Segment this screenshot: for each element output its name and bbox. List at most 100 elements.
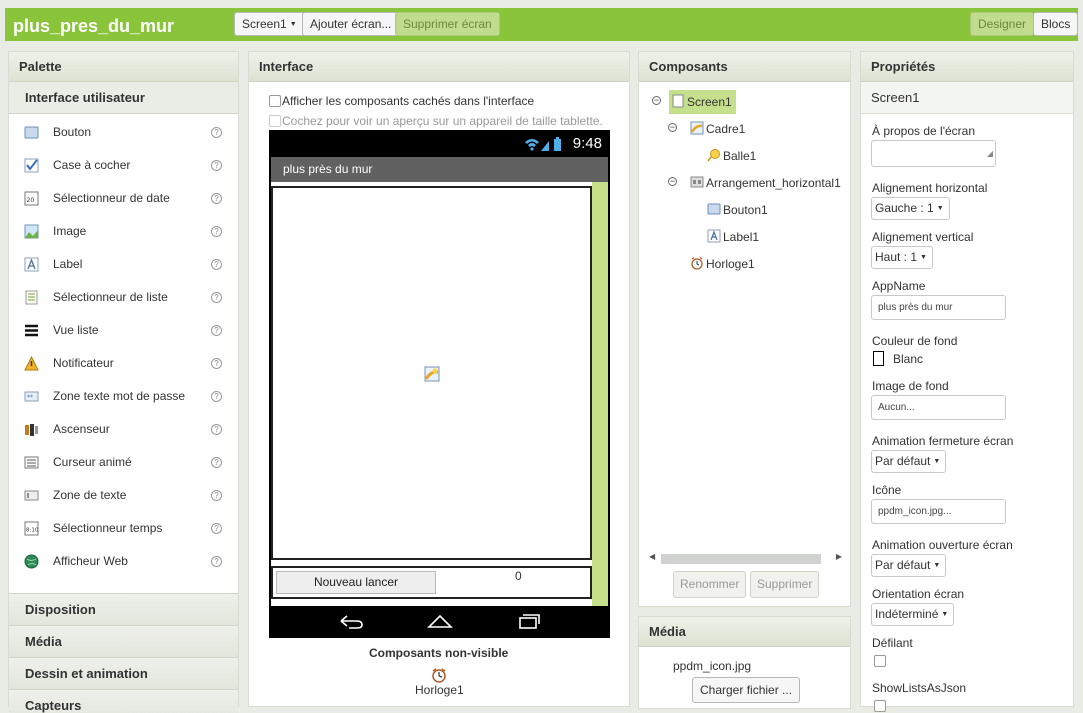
nonvisible-clock[interactable]: Horloge1 <box>415 667 464 697</box>
designer-button[interactable]: Designer <box>970 12 1035 36</box>
blocks-button[interactable]: Blocs <box>1033 12 1079 36</box>
category-user-interface[interactable]: Interface utilisateur <box>9 82 238 114</box>
tree-node-label1[interactable]: Label1 <box>707 228 759 246</box>
bgcolor-label: Couleur de fond <box>872 334 958 348</box>
appname-input[interactable]: plus près du mur <box>871 295 1006 320</box>
horizontal-arrangement[interactable]: Nouveau lancer 0 <box>271 566 592 599</box>
show-hidden-option[interactable]: Afficher les composants cachés dans l'in… <box>269 94 534 108</box>
rename-button[interactable]: Renommer <box>673 571 747 598</box>
help-icon[interactable]: ? <box>211 556 222 567</box>
collapse-screen1-icon[interactable]: − <box>652 96 661 105</box>
help-icon[interactable]: ? <box>211 424 222 435</box>
palette-item[interactable]: Case à cocher? <box>9 149 238 182</box>
scroll-left-icon[interactable]: ◀ <box>649 552 655 561</box>
palette-item[interactable]: 20 Sélectionneur de date? <box>9 182 238 215</box>
help-icon[interactable]: ? <box>211 193 222 204</box>
tree-node-balle1[interactable]: Balle1 <box>707 147 756 165</box>
app-title-bar: plus près du mur <box>271 157 608 182</box>
category-layout[interactable]: Disposition <box>9 594 238 626</box>
valign-select[interactable]: Haut : 1 ▼ <box>871 246 933 269</box>
clock-icon <box>691 256 703 270</box>
help-icon[interactable]: ? <box>211 127 222 138</box>
project-title: plus_pres_du_mur <box>13 16 175 36</box>
help-icon[interactable]: ? <box>211 226 222 237</box>
help-icon[interactable]: ? <box>211 391 222 402</box>
tree-node-horloge1[interactable]: Horloge1 <box>690 255 755 273</box>
palette-item[interactable]: ** Zone texte mot de passe? <box>9 380 238 413</box>
help-icon[interactable]: ? <box>211 325 222 336</box>
palette-item[interactable]: Notificateur? <box>9 347 238 380</box>
nonvisible-title: Composants non-visible <box>369 646 509 660</box>
palette-item[interactable]: Bouton? <box>9 116 238 149</box>
ball-icon <box>707 149 720 162</box>
delete-button[interactable]: Supprimer <box>750 571 820 598</box>
palette-item[interactable]: Ascenseur? <box>9 413 238 446</box>
help-icon[interactable]: ? <box>211 160 222 171</box>
canvas-cadre1[interactable] <box>271 186 592 560</box>
selected-component-name: Screen1 <box>861 82 1073 114</box>
screen-select[interactable]: Screen1 ▼ <box>234 12 305 36</box>
palette-item[interactable]: Afficheur Web? <box>9 545 238 578</box>
recents-icon[interactable] <box>514 612 542 630</box>
phone-preview: 9:48 plus près du mur Nouveau lancer 0 <box>269 130 610 638</box>
tablet-preview-checkbox[interactable] <box>269 115 281 127</box>
palette-item-label: Sélectionneur de date <box>53 191 170 205</box>
palette-item[interactable]: Zone de texte? <box>9 479 238 512</box>
media-file-item[interactable]: ppdm_icon.jpg <box>673 659 751 673</box>
palette-item[interactable]: Vue liste? <box>9 314 238 347</box>
category-media[interactable]: Média <box>9 626 238 658</box>
scroll-right-icon[interactable]: ▶ <box>836 552 842 561</box>
bgcolor-swatch[interactable] <box>873 351 884 366</box>
palette-item[interactable]: Label? <box>9 248 238 281</box>
home-icon[interactable] <box>426 612 454 630</box>
showlists-checkbox[interactable] <box>874 700 886 712</box>
collapse-arrangement-icon[interactable]: − <box>668 177 677 186</box>
help-icon[interactable]: ? <box>211 490 222 501</box>
about-screen-textarea[interactable]: ◢ <box>871 140 996 167</box>
help-icon[interactable]: ? <box>211 358 222 369</box>
notifier-icon <box>24 356 39 371</box>
chevron-down-icon: ▼ <box>933 458 941 465</box>
horizontal-arrangement-icon <box>690 176 704 188</box>
help-icon[interactable]: ? <box>211 259 222 270</box>
palette-item[interactable]: Curseur animé? <box>9 446 238 479</box>
tree-node-screen1[interactable]: Screen1 <box>669 90 736 114</box>
palette-item[interactable]: Image? <box>9 215 238 248</box>
tablet-preview-option[interactable]: Cochez pour voir un aperçu sur un appare… <box>269 114 603 128</box>
halign-select[interactable]: Gauche : 1 ▼ <box>871 197 950 220</box>
tree-horizontal-scrollbar[interactable]: ◀ ▶ <box>649 551 842 565</box>
icon-input[interactable]: ppdm_icon.jpg... <box>871 499 1006 524</box>
password-icon: ** <box>24 391 39 402</box>
palette-item[interactable]: 8:10 Sélectionneur temps? <box>9 512 238 545</box>
textbox-icon <box>24 490 39 501</box>
scrollable-checkbox[interactable] <box>874 655 886 667</box>
back-icon[interactable] <box>337 612 365 630</box>
showlists-label: ShowListsAsJson <box>872 681 967 695</box>
tree-node-bouton1[interactable]: Bouton1 <box>707 201 768 219</box>
help-icon[interactable]: ? <box>211 292 222 303</box>
screen-icon <box>672 94 684 108</box>
show-hidden-checkbox[interactable] <box>269 95 281 107</box>
category-sensors[interactable]: Capteurs <box>9 690 238 713</box>
scroll-thumb[interactable] <box>661 554 821 564</box>
bgcolor-value[interactable]: Blanc <box>893 352 923 366</box>
collapse-cadre1-icon[interactable]: − <box>668 123 677 132</box>
tree-node-arrangement[interactable]: Arrangement_horizontal1 <box>690 174 841 192</box>
category-drawing[interactable]: Dessin et animation <box>9 658 238 690</box>
open-anim-select[interactable]: Par défaut ▼ <box>871 554 947 577</box>
chevron-down-icon: ▼ <box>933 562 941 569</box>
resize-handle-icon[interactable]: ◢ <box>987 142 993 165</box>
orientation-select[interactable]: Indéterminé ▼ <box>871 603 955 626</box>
ball-sprite-icon[interactable] <box>424 366 440 382</box>
help-icon[interactable]: ? <box>211 457 222 468</box>
remove-screen-button[interactable]: Supprimer écran <box>395 12 500 36</box>
add-screen-button[interactable]: Ajouter écran... <box>302 12 400 36</box>
close-anim-select[interactable]: Par défaut ▼ <box>871 450 947 473</box>
bgimage-input[interactable]: Aucun... <box>871 395 1006 420</box>
palette-item[interactable]: Sélectionneur de liste? <box>9 281 238 314</box>
tree-node-cadre1[interactable]: Cadre1 <box>690 120 745 138</box>
help-icon[interactable]: ? <box>211 523 222 534</box>
upload-file-button[interactable]: Charger fichier ... <box>692 677 801 703</box>
new-throw-button[interactable]: Nouveau lancer <box>276 571 436 594</box>
palette-item-label: Bouton <box>53 125 92 139</box>
